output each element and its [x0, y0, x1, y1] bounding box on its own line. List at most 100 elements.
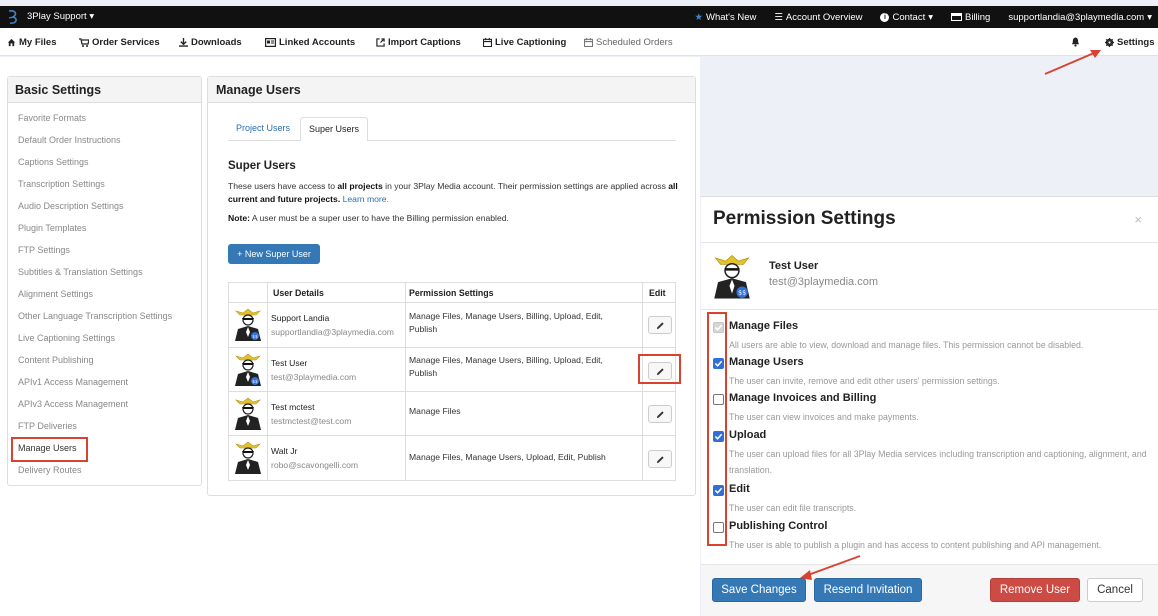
sidebar-item-ftp-settings[interactable]: FTP Settings — [18, 245, 70, 255]
user-email: supportlandia@3playmedia.com — [271, 327, 394, 337]
permission-label: Upload — [729, 429, 767, 441]
list-icon: ☰ — [774, 11, 783, 23]
close-icon[interactable]: × — [1134, 212, 1142, 227]
sidebar-item-captions-settings[interactable]: Captions Settings — [18, 157, 89, 167]
account-email-label: supportlandia@3playmedia.com — [1008, 11, 1145, 23]
user-name: Walt Jr — [271, 446, 298, 456]
sidebar-item-other-language-transcription-settings[interactable]: Other Language Transcription Settings — [18, 311, 172, 321]
user-permissions: Manage Files, Manage Users, Upload, Edit… — [409, 452, 606, 462]
permission-label: Manage Files — [729, 320, 799, 332]
highlight-box-manage-users — [11, 437, 88, 462]
3play-logo-icon[interactable] — [6, 9, 20, 25]
contact-menu[interactable]: i Contact ▾ — [880, 12, 933, 23]
resend-invitation-button[interactable]: Resend Invitation — [814, 578, 922, 602]
brand-menu[interactable]: 3Play Support ▾ — [27, 11, 94, 22]
pencil-icon — [656, 410, 664, 418]
basic-settings-panel: Basic Settings Favorite Formats Default … — [7, 76, 202, 486]
settings-link[interactable]: Settings — [1105, 37, 1154, 48]
svg-text:$$: $$ — [738, 290, 746, 297]
sidebar-item-delivery-routes[interactable]: Delivery Routes — [18, 465, 82, 475]
table-row: $$ Test User test@3playmedia.com Manage … — [229, 347, 675, 391]
nav-import-captions[interactable]: Import Captions — [376, 37, 461, 48]
tab-divider — [228, 140, 676, 141]
sidebar-item-audio-description-settings[interactable]: Audio Description Settings — [18, 201, 124, 211]
avatar: $$ — [234, 354, 262, 386]
learn-more-link[interactable]: Learn more. — [343, 194, 389, 204]
sidebar-item-default-order-instructions[interactable]: Default Order Instructions — [18, 135, 121, 145]
notifications-button[interactable] — [1071, 37, 1080, 47]
nav-scheduled-orders[interactable]: Scheduled Orders — [584, 37, 673, 48]
super-users-table: User Details Permission Settings Edit $$… — [228, 282, 676, 481]
nav-linked-accounts[interactable]: Linked Accounts — [265, 37, 355, 48]
sidebar-item-alignment-settings[interactable]: Alignment Settings — [18, 289, 93, 299]
note-text: A user must be a super user to have the … — [249, 213, 509, 223]
avatar: $$ — [714, 255, 750, 299]
intro-text-2: in your 3Play Media account. Their permi… — [382, 181, 669, 191]
intro-text-1: These users have access to — [228, 181, 338, 191]
user-name: Support Landia — [271, 313, 330, 323]
permission-label: Publishing Control — [729, 520, 828, 532]
permission-description: The user can view invoices and make paym… — [729, 412, 919, 422]
nav-scheduled-orders-label: Scheduled Orders — [596, 37, 673, 48]
sidebar-item-subtitles-translation-settings[interactable]: Subtitles & Translation Settings — [18, 267, 143, 277]
nav-downloads[interactable]: Downloads — [179, 37, 242, 48]
nav-order-services[interactable]: Order Services — [79, 37, 160, 48]
nav-my-files[interactable]: My Files — [7, 37, 57, 48]
avatar — [234, 398, 262, 430]
highlight-box-checkboxes — [707, 312, 727, 546]
billing-link[interactable]: Billing — [951, 12, 990, 23]
save-changes-button[interactable]: Save Changes — [712, 578, 806, 602]
sidebar-item-content-publishing[interactable]: Content Publishing — [18, 355, 94, 365]
new-super-user-button[interactable]: + New Super User — [228, 244, 320, 264]
svg-text:$$: $$ — [252, 334, 258, 340]
sidebar-item-apiv1-access-management[interactable]: APIv1 Access Management — [18, 377, 128, 387]
settings-label: Settings — [1117, 37, 1155, 48]
permission-description: All users are able to view, download and… — [729, 340, 1084, 350]
tab-project-users[interactable]: Project Users — [228, 117, 298, 141]
account-email-menu[interactable]: supportlandia@3playmedia.com ▾ — [1008, 12, 1152, 23]
permission-label: Manage Invoices and Billing — [729, 392, 877, 404]
top-bar: 3Play Support ▾ ★ What's New ☰ Account Ove… — [0, 6, 1158, 28]
pencil-icon — [656, 321, 664, 329]
sidebar-item-favorite-formats[interactable]: Favorite Formats — [18, 113, 86, 123]
sidebar-item-ftp-deliveries[interactable]: FTP Deliveries — [18, 421, 77, 431]
edit-user-button[interactable] — [648, 405, 672, 423]
tab-super-users[interactable]: Super Users — [300, 117, 369, 141]
download-icon — [179, 38, 188, 47]
star-icon: ★ — [694, 11, 703, 23]
id-card-icon — [265, 38, 276, 47]
caret-down-icon: ▾ — [1147, 11, 1152, 23]
remove-user-button[interactable]: Remove User — [990, 578, 1080, 602]
nav-linked-accounts-label: Linked Accounts — [279, 37, 356, 48]
column-header-permission-settings: Permission Settings — [409, 288, 494, 298]
account-overview-link[interactable]: ☰ Account Overview — [774, 12, 862, 23]
sidebar-item-plugin-templates[interactable]: Plugin Templates — [18, 223, 86, 233]
nav-order-services-label: Order Services — [92, 37, 160, 48]
column-header-edit: Edit — [649, 288, 666, 298]
bell-icon — [1071, 37, 1080, 47]
nav-my-files-label: My Files — [19, 37, 57, 48]
sidebar-item-apiv3-access-management[interactable]: APIv3 Access Management — [18, 399, 128, 409]
basic-settings-title: Basic Settings — [8, 77, 201, 103]
super-users-description: These users have access to all projects … — [228, 180, 678, 206]
highlight-box-edit-button — [638, 354, 681, 384]
account-overview-label: Account Overview — [785, 11, 863, 23]
calendar-icon — [483, 38, 492, 47]
info-icon: i — [880, 12, 890, 22]
nav-live-captioning-label: Live Captioning — [495, 37, 567, 48]
sidebar-item-live-captioning-settings[interactable]: Live Captioning Settings — [18, 333, 115, 343]
avatar: $$ — [234, 309, 262, 341]
edit-user-button[interactable] — [648, 316, 672, 334]
modal-divider — [701, 242, 1158, 243]
super-users-note: Note: A user must be a super user to hav… — [228, 212, 678, 225]
user-permissions: Manage Files, Manage Users, Billing, Upl… — [409, 355, 603, 378]
permission-settings-modal: Permission Settings × $$ Test User test@… — [701, 196, 1158, 616]
nav-live-captioning[interactable]: Live Captioning — [483, 37, 566, 48]
edit-user-button[interactable] — [648, 450, 672, 468]
sidebar-item-transcription-settings[interactable]: Transcription Settings — [18, 179, 105, 189]
whats-new-link[interactable]: ★ What's New — [694, 12, 756, 23]
manage-users-title: Manage Users — [208, 77, 695, 103]
cancel-button[interactable]: Cancel — [1087, 578, 1143, 602]
user-email: robo@scavongelli.com — [271, 460, 359, 470]
gear-icon — [1105, 38, 1114, 47]
